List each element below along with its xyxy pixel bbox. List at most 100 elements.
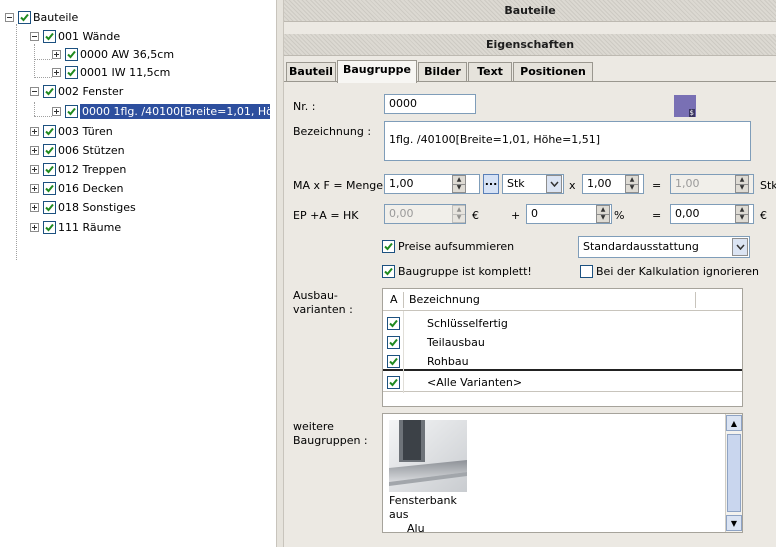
tree-item-label: 002 Fenster [58,84,124,98]
checkbox-checked-icon[interactable] [43,181,56,195]
tree-item-1flg-selected[interactable]: 0000 1flg. /40100[Breite=1,01, Höhe [52,102,270,120]
plus-sign: + [511,209,521,222]
ausstattung-dropdown-button[interactable] [732,238,748,256]
ignorieren-checkbox[interactable]: Bei der Kalkulation ignorieren [580,265,759,278]
unit-dropdown-button[interactable] [546,175,562,193]
col-a-header[interactable]: A [390,291,398,309]
scroll-thumb[interactable] [727,434,741,512]
checkbox-checked-icon[interactable] [387,355,400,368]
a-spinner[interactable]: ▲ ▼ [596,205,610,223]
price-symbol-icon[interactable] [674,95,696,117]
expand-icon[interactable] [30,164,39,174]
tree-item-tueren[interactable]: 003 Türen [30,122,113,140]
spin-up-icon[interactable]: ▲ [626,176,638,184]
checkbox-checked-icon[interactable] [65,104,78,118]
checkbox-checked-icon[interactable] [43,124,56,138]
spin-down-icon[interactable]: ▼ [736,183,748,193]
tree-item-treppen[interactable]: 012 Treppen [30,160,126,178]
variant-name: Schlüsselfertig [427,317,508,330]
checkbox-checked-icon[interactable] [387,376,400,389]
checkbox-unchecked-icon[interactable] [580,265,593,278]
spin-up-icon[interactable]: ▲ [736,176,748,184]
checkbox-checked-icon[interactable] [65,65,78,79]
spin-down-icon[interactable]: ▼ [626,183,638,193]
tab-positionen[interactable]: Positionen [513,62,593,82]
komplett-checkbox[interactable]: Baugruppe ist komplett! [382,265,532,278]
expand-icon[interactable] [52,67,61,77]
nr-field[interactable]: 0000 [384,94,476,114]
tree-item-raeume[interactable]: 111 Räume [30,218,121,236]
checkbox-checked-icon[interactable] [43,84,56,98]
checkbox-checked-icon[interactable] [65,47,78,61]
table-row[interactable]: <Alle Varianten> [383,374,742,392]
tree-item-waende[interactable]: 001 Wände [30,27,120,45]
tree-item-decken[interactable]: 016 Decken [30,179,124,197]
expand-icon[interactable] [30,145,39,155]
spin-up-icon[interactable]: ▲ [453,176,465,184]
collapse-icon[interactable] [5,12,14,22]
ep-spinner: ▲ ▼ [452,205,466,223]
f-spinner[interactable]: ▲ ▼ [625,175,639,193]
tab-bar: Bauteil Baugruppe Bilder Text Positionen [284,60,776,83]
bezeichnung-field[interactable]: 1flg. /40100[Breite=1,01, Höhe=1,51] [384,121,751,161]
expand-icon[interactable] [52,106,61,116]
component-tree[interactable]: Bauteile 001 Wände 0000 AW 36,5cm 0001 I… [0,0,276,547]
pane-splitter[interactable] [276,0,284,547]
tree-item-iw[interactable]: 0001 IW 11,5cm [52,63,170,81]
checkbox-checked-icon[interactable] [382,265,395,278]
checkbox-checked-icon[interactable] [18,10,31,24]
checkbox-checked-icon[interactable] [382,240,395,253]
col-bezeichnung-header[interactable]: Bezeichnung [409,291,480,309]
tree-item-stuetzen[interactable]: 006 Stützen [30,141,125,159]
spin-down-icon[interactable]: ▼ [453,183,465,193]
ma-spinner[interactable]: ▲ ▼ [452,175,466,193]
spin-down-icon[interactable]: ▼ [597,213,609,223]
expand-icon[interactable] [30,183,39,193]
checkbox-checked-icon[interactable] [43,143,56,157]
checkbox-checked-icon[interactable] [43,29,56,43]
menge-label: MA x F = Menge [293,179,384,192]
checkbox-checked-icon[interactable] [387,317,400,330]
tab-bilder[interactable]: Bilder [418,62,467,82]
hk-spinner[interactable]: ▲ ▼ [735,205,749,223]
bezeichnung-label: Bezeichnung : [293,125,372,138]
preise-aufsummieren-checkbox[interactable]: Preise aufsummieren [382,240,514,253]
spin-up-icon[interactable]: ▲ [736,206,748,214]
checkbox-checked-icon[interactable] [43,162,56,176]
baugruppen-list[interactable]: Fensterbank aus Alu ▲ ▼ [382,413,743,535]
table-row[interactable]: Teilausbau [383,334,742,352]
tab-bauteil[interactable]: Bauteil [286,62,336,82]
varianten-table[interactable]: A Bezeichnung Schlüsselfertig Teilausbau… [382,288,743,407]
collapse-icon[interactable] [30,86,39,96]
varianten-table-header: A Bezeichnung [383,289,742,311]
tree-item-sonstiges[interactable]: 018 Sonstiges [30,198,136,216]
spin-up-icon[interactable]: ▲ [597,206,609,214]
variant-name: Rohbau [427,355,469,368]
tab-text[interactable]: Text [468,62,512,82]
tree-item-bauteile[interactable]: Bauteile [5,8,78,26]
tree-item-fenster[interactable]: 002 Fenster [30,82,123,100]
table-row[interactable]: Rohbau [383,353,742,371]
table-row[interactable]: Schlüsselfertig [383,315,742,333]
checkbox-checked-icon[interactable] [387,336,400,349]
checkbox-checked-icon[interactable] [43,200,56,214]
expand-icon[interactable] [30,202,39,212]
tab-baugruppe[interactable]: Baugruppe [337,60,417,83]
expand-icon[interactable] [30,126,39,136]
preise-aufsummieren-label: Preise aufsummieren [398,240,515,253]
expand-icon[interactable] [52,49,61,59]
varianten-label-line1: Ausbau- [293,289,338,302]
spin-down-icon[interactable]: ▼ [736,213,748,223]
ausstattung-select[interactable]: Standardausstattung [578,236,750,258]
scroll-down-icon[interactable]: ▼ [726,515,742,531]
collapse-icon[interactable] [30,31,39,41]
nr-label: Nr. : [293,100,316,113]
expand-icon[interactable] [30,222,39,232]
checkbox-checked-icon[interactable] [43,220,56,234]
menge-spinner[interactable]: ▲ ▼ [735,175,749,193]
ellipsis-button[interactable]: ... [483,174,499,194]
scroll-up-icon[interactable]: ▲ [726,415,742,431]
tree-item-aw[interactable]: 0000 AW 36,5cm [52,45,174,63]
properties-panel: Bauteile Eigenschaften Bauteil Baugruppe… [284,0,776,547]
vertical-scrollbar[interactable]: ▲ ▼ [725,414,742,532]
